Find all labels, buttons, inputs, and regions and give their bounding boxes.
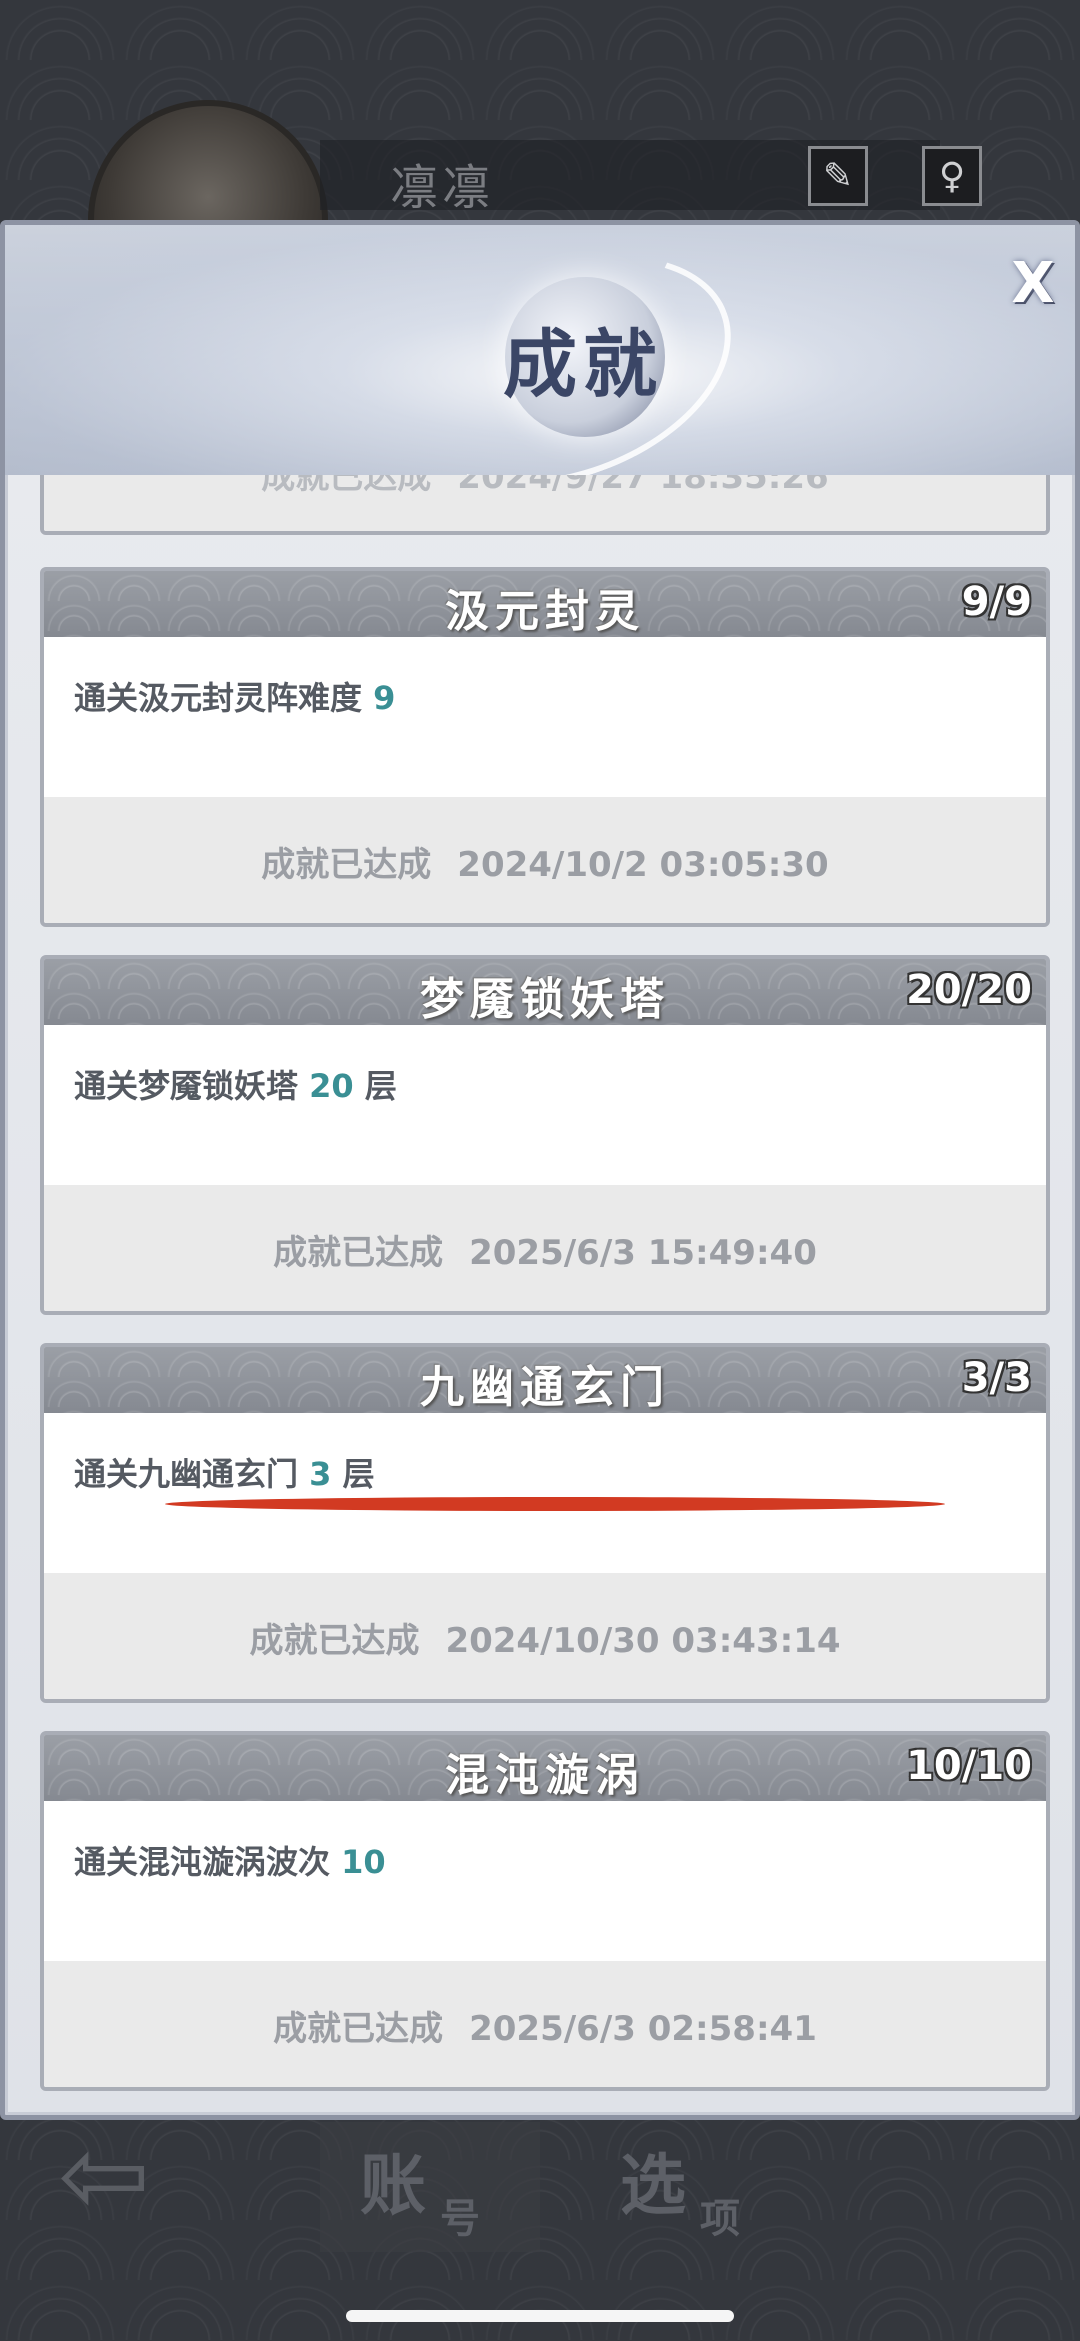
card-header: 汲元封灵 9/9 (44, 571, 1046, 637)
card-title: 九幽通玄门 (420, 1362, 670, 1413)
achievement-card: 成就已达成 2024/9/27 18:35:26 (40, 475, 1050, 535)
card-description: 通关梦魇锁妖塔 20 层 (74, 1067, 397, 1105)
card-body: 通关九幽通玄门 3 层 (44, 1413, 1046, 1573)
card-status: 成就已达成 2024/9/27 18:35:26 (261, 475, 829, 497)
tab-account-sublabel: 号 (440, 2195, 480, 2242)
card-body: 通关混沌漩涡波次 10 (44, 1801, 1046, 1961)
card-status: 成就已达成 2024/10/2 03:05:30 (261, 845, 829, 885)
card-footer: 成就已达成 2025/6/3 02:58:41 (44, 1961, 1046, 2087)
card-progress-count: 3/3 (961, 1355, 1032, 1401)
card-header: 九幽通玄门 3/3 (44, 1347, 1046, 1413)
card-body: 通关汲元封灵阵难度 9 (44, 637, 1046, 797)
card-footer: 成就已达成 2024/9/27 18:35:26 (44, 475, 1046, 531)
achievements-modal: 成就 X 成就已达成 2024/9/27 18:35:26 汲元封灵 9/9 通关… (0, 220, 1080, 2120)
card-description: 通关九幽通玄门 3 层 (74, 1455, 375, 1493)
gender-icon[interactable]: ♀ (922, 146, 982, 206)
player-name: 凛凛 (390, 160, 495, 216)
card-status: 成就已达成 2025/6/3 15:49:40 (273, 1233, 817, 1273)
card-description: 通关汲元封灵阵难度 9 (74, 679, 396, 717)
card-footer: 成就已达成 2024/10/30 03:43:14 (44, 1573, 1046, 1699)
card-progress-count: 9/9 (961, 579, 1032, 625)
achievement-card: 汲元封灵 9/9 通关汲元封灵阵难度 9 成就已达成 2024/10/2 03:0… (40, 567, 1050, 927)
close-button[interactable]: X (1005, 251, 1061, 316)
card-header: 梦魇锁妖塔 20/20 (44, 959, 1046, 1025)
home-indicator[interactable] (346, 2310, 734, 2322)
tab-account[interactable]: 账 号 (320, 2122, 540, 2252)
tab-options-label: 选 (620, 2146, 686, 2224)
achievement-card: 混沌漩涡 10/10 通关混沌漩涡波次 10 成就已达成 2025/6/3 02:… (40, 1731, 1050, 2091)
red-underline-mark (165, 1497, 945, 1511)
card-body: 通关梦魇锁妖塔 20 层 (44, 1025, 1046, 1185)
profile-header: 凛凛 ✎ ♀ (0, 0, 1080, 340)
card-description: 通关混沌漩涡波次 10 (74, 1843, 386, 1881)
back-arrow-icon[interactable]: ⇦ (58, 2120, 178, 2230)
modal-header: 成就 X (5, 225, 1075, 475)
achievement-card: 九幽通玄门 3/3 通关九幽通玄门 3 层 成就已达成 2024/10/30 03… (40, 1343, 1050, 1703)
card-status: 成就已达成 2025/6/3 02:58:41 (273, 2009, 817, 2049)
card-header: 混沌漩涡 10/10 (44, 1735, 1046, 1801)
card-status: 成就已达成 2024/10/30 03:43:14 (249, 1621, 841, 1661)
tab-account-label: 账 (360, 2146, 426, 2224)
card-progress-count: 20/20 (906, 967, 1032, 1013)
modal-title: 成就 (503, 322, 663, 408)
tab-options[interactable]: 选 项 (580, 2122, 800, 2252)
card-progress-count: 10/10 (906, 1743, 1032, 1789)
achievement-list[interactable]: 成就已达成 2024/9/27 18:35:26 汲元封灵 9/9 通关汲元封灵阵… (40, 475, 1050, 2115)
card-title: 混沌漩涡 (445, 1750, 645, 1801)
card-title: 梦魇锁妖塔 (420, 974, 670, 1025)
achievement-card: 梦魇锁妖塔 20/20 通关梦魇锁妖塔 20 层 成就已达成 2025/6/3 1… (40, 955, 1050, 1315)
card-title: 汲元封灵 (445, 586, 645, 637)
card-footer: 成就已达成 2025/6/3 15:49:40 (44, 1185, 1046, 1311)
tab-options-sublabel: 项 (700, 2195, 740, 2242)
card-footer: 成就已达成 2024/10/2 03:05:30 (44, 797, 1046, 923)
brush-icon[interactable]: ✎ (808, 146, 868, 206)
